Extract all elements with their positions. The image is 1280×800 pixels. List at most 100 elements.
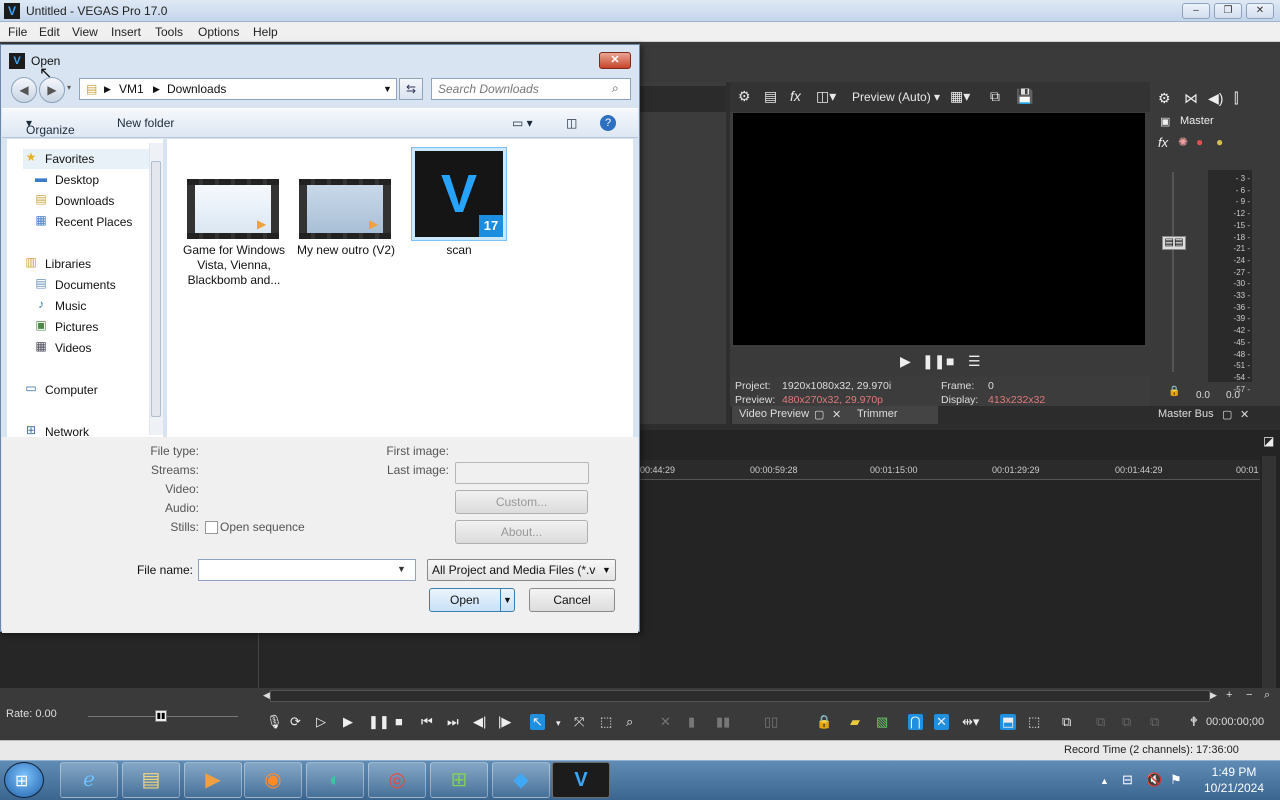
gear-icon[interactable]: ⚙ xyxy=(738,88,751,105)
breadcrumb-downloads[interactable]: Downloads xyxy=(167,82,226,96)
open-sequence-checkbox[interactable] xyxy=(205,521,218,534)
delete-icon[interactable]: ✕ xyxy=(660,714,671,730)
media-player-icon[interactable]: ▶ xyxy=(184,762,242,798)
snapping-icon[interactable]: ⋂ xyxy=(908,714,923,730)
search-input[interactable]: Search Downloads ⌕ xyxy=(431,78,631,100)
zoom-tool-icon[interactable]: ⌕ xyxy=(1264,689,1270,702)
nav-favorites[interactable]: ★ Favorites xyxy=(23,149,149,169)
dialog-close-button[interactable]: ✕ xyxy=(599,52,631,69)
menu-insert[interactable]: Insert xyxy=(111,25,141,39)
plugin-icon[interactable]: ✺ xyxy=(1178,135,1188,149)
trim-start-icon[interactable]: ▮▮ xyxy=(716,714,730,730)
undock-icon[interactable]: ▢ xyxy=(814,408,824,421)
ungroup-icon[interactable]: ⧉ xyxy=(1150,714,1159,730)
nav-libraries[interactable]: ▥ Libraries xyxy=(23,254,163,274)
close-tab-icon[interactable]: ✕ xyxy=(1240,408,1249,421)
chat-app-icon[interactable]: ◐ xyxy=(306,762,364,798)
help-icon[interactable]: ? xyxy=(600,115,616,131)
open-button[interactable]: Open ▼ xyxy=(429,588,515,612)
ripple-edit-icon[interactable]: ⇹▾ xyxy=(962,714,979,730)
timeline-marker-icon[interactable]: ◪ xyxy=(1263,434,1274,448)
recent-dropdown-icon[interactable]: ▾ xyxy=(67,83,71,92)
preview-pane-icon[interactable]: ◫ xyxy=(566,116,577,130)
forward-button[interactable]: ▶ xyxy=(39,77,65,103)
menu-tools[interactable]: Tools xyxy=(155,25,183,39)
vegas-pro-taskbar-icon[interactable]: V xyxy=(552,762,610,798)
file-thumbnail-game[interactable]: ▶ xyxy=(187,179,279,239)
trim-icon[interactable]: ▮ xyxy=(688,714,695,730)
pause-icon[interactable]: ❚❚ xyxy=(368,714,390,730)
show-hidden-icons-icon[interactable]: ▲ xyxy=(1100,776,1109,786)
downmix-icon[interactable]: ⋈ xyxy=(1184,90,1198,107)
menu-help[interactable]: Help xyxy=(253,25,278,39)
open-options-dropdown-icon[interactable]: ▼ xyxy=(500,589,514,611)
lock-icon[interactable]: 🔒 xyxy=(816,714,832,730)
back-button[interactable]: ◀ xyxy=(11,77,37,103)
group-icon[interactable]: ⧉ xyxy=(1122,714,1131,730)
event-pan-crop-icon[interactable]: ⧉ xyxy=(1062,714,1071,730)
go-to-end-icon[interactable]: ⏭ xyxy=(447,714,459,730)
tab-video-preview-label[interactable]: Video Preview xyxy=(739,408,809,420)
loop-icon[interactable]: ⟳ xyxy=(290,714,301,730)
file-name-outro[interactable]: My new outro (V2) xyxy=(291,243,401,258)
custom-button[interactable]: Custom... xyxy=(455,490,588,514)
record-icon[interactable]: ● xyxy=(1196,135,1203,149)
internet-explorer-icon[interactable]: ℯ xyxy=(60,762,118,798)
menu-file[interactable]: File xyxy=(8,25,27,39)
file-explorer-icon[interactable]: ▤ xyxy=(122,762,180,798)
new-folder-button[interactable]: New folder xyxy=(117,116,174,130)
master-fader-knob[interactable]: ▤▤ xyxy=(1162,236,1186,250)
file-name-game[interactable]: Game for Windows Vista, Vienna, Blackbom… xyxy=(179,243,289,288)
vertical-scrollbar[interactable] xyxy=(1262,456,1276,688)
tab-trimmer[interactable]: Trimmer xyxy=(857,408,898,420)
file-thumbnail-outro[interactable]: ▶ xyxy=(299,179,391,239)
marker-icon[interactable]: ▰ xyxy=(850,714,860,730)
firefox-icon[interactable]: ◉ xyxy=(244,762,302,798)
chevron-down-icon[interactable]: ▼ xyxy=(602,565,611,575)
save-snapshot-icon[interactable]: 💾 xyxy=(1016,88,1033,105)
action-center-flag-icon[interactable]: ⚑ xyxy=(1170,772,1182,788)
menu-edit[interactable]: Edit xyxy=(39,25,60,39)
file-name-scan[interactable]: scan xyxy=(404,243,514,258)
tool-dropdown-icon[interactable]: ▾ xyxy=(556,718,561,729)
menu-options[interactable]: Options xyxy=(198,25,239,39)
windows-update-icon[interactable]: ⊞ xyxy=(430,762,488,798)
nav-scrollbar-thumb[interactable] xyxy=(151,161,161,417)
change-view-icon[interactable]: ▭ ▾ xyxy=(512,116,533,130)
zoom-edit-tool-icon[interactable]: ⌕ xyxy=(626,714,633,730)
about-button[interactable]: About... xyxy=(455,520,588,544)
trim-end-icon[interactable]: ▯▯ xyxy=(764,714,778,730)
chrome-icon[interactable]: ◎ xyxy=(368,762,426,798)
chevron-down-icon[interactable]: ▼ xyxy=(383,84,392,94)
mixer-icon[interactable]: ⫿ xyxy=(1234,90,1238,107)
zoom-out-icon[interactable]: − xyxy=(1246,689,1252,701)
split-icon[interactable]: ⧉ xyxy=(1096,714,1105,730)
fx-icon[interactable]: fx xyxy=(790,88,801,104)
scroll-right-icon[interactable]: ▶ xyxy=(1210,690,1217,701)
chevron-down-icon[interactable]: ▼ xyxy=(397,564,406,574)
stop-icon[interactable]: ■ xyxy=(946,353,954,369)
start-button[interactable]: ⊞ xyxy=(4,762,44,798)
play-icon[interactable]: ▶ xyxy=(343,714,353,730)
zoom-in-icon[interactable]: + xyxy=(1226,689,1232,701)
speaker-icon[interactable]: ◀) xyxy=(1208,90,1223,107)
checkbox-icon[interactable]: ▣ xyxy=(1160,115,1170,128)
minimize-button[interactable]: – xyxy=(1182,3,1210,19)
menu-icon[interactable]: ☰ xyxy=(968,353,981,370)
previous-frame-icon[interactable]: ◀| xyxy=(473,714,486,730)
pause-icon[interactable]: ❚❚ xyxy=(922,353,945,370)
gear-icon[interactable]: ⚙ xyxy=(1158,90,1171,107)
close-button[interactable]: ✕ xyxy=(1246,3,1274,19)
organize-button[interactable]: Organize ▾ xyxy=(26,116,75,137)
grid-overlay-icon[interactable]: ▦▾ xyxy=(950,88,970,105)
external-monitor-icon[interactable]: ▤ xyxy=(764,88,777,105)
lock-envelopes-icon[interactable]: ⬒ xyxy=(1000,714,1017,730)
lock-icon[interactable]: 🔒 xyxy=(1168,386,1180,397)
copy-snapshot-icon[interactable]: ⧉ xyxy=(990,88,1000,105)
ignore-grouping-icon[interactable]: ⬚ xyxy=(1028,714,1040,730)
undock-icon[interactable]: ▢ xyxy=(1222,408,1232,421)
selection-tool-icon[interactable]: ⬚ xyxy=(600,714,612,730)
menu-view[interactable]: View xyxy=(72,25,98,39)
auto-crossfade-icon[interactable]: ✕ xyxy=(934,714,949,730)
region-icon[interactable]: ▧ xyxy=(876,714,888,730)
